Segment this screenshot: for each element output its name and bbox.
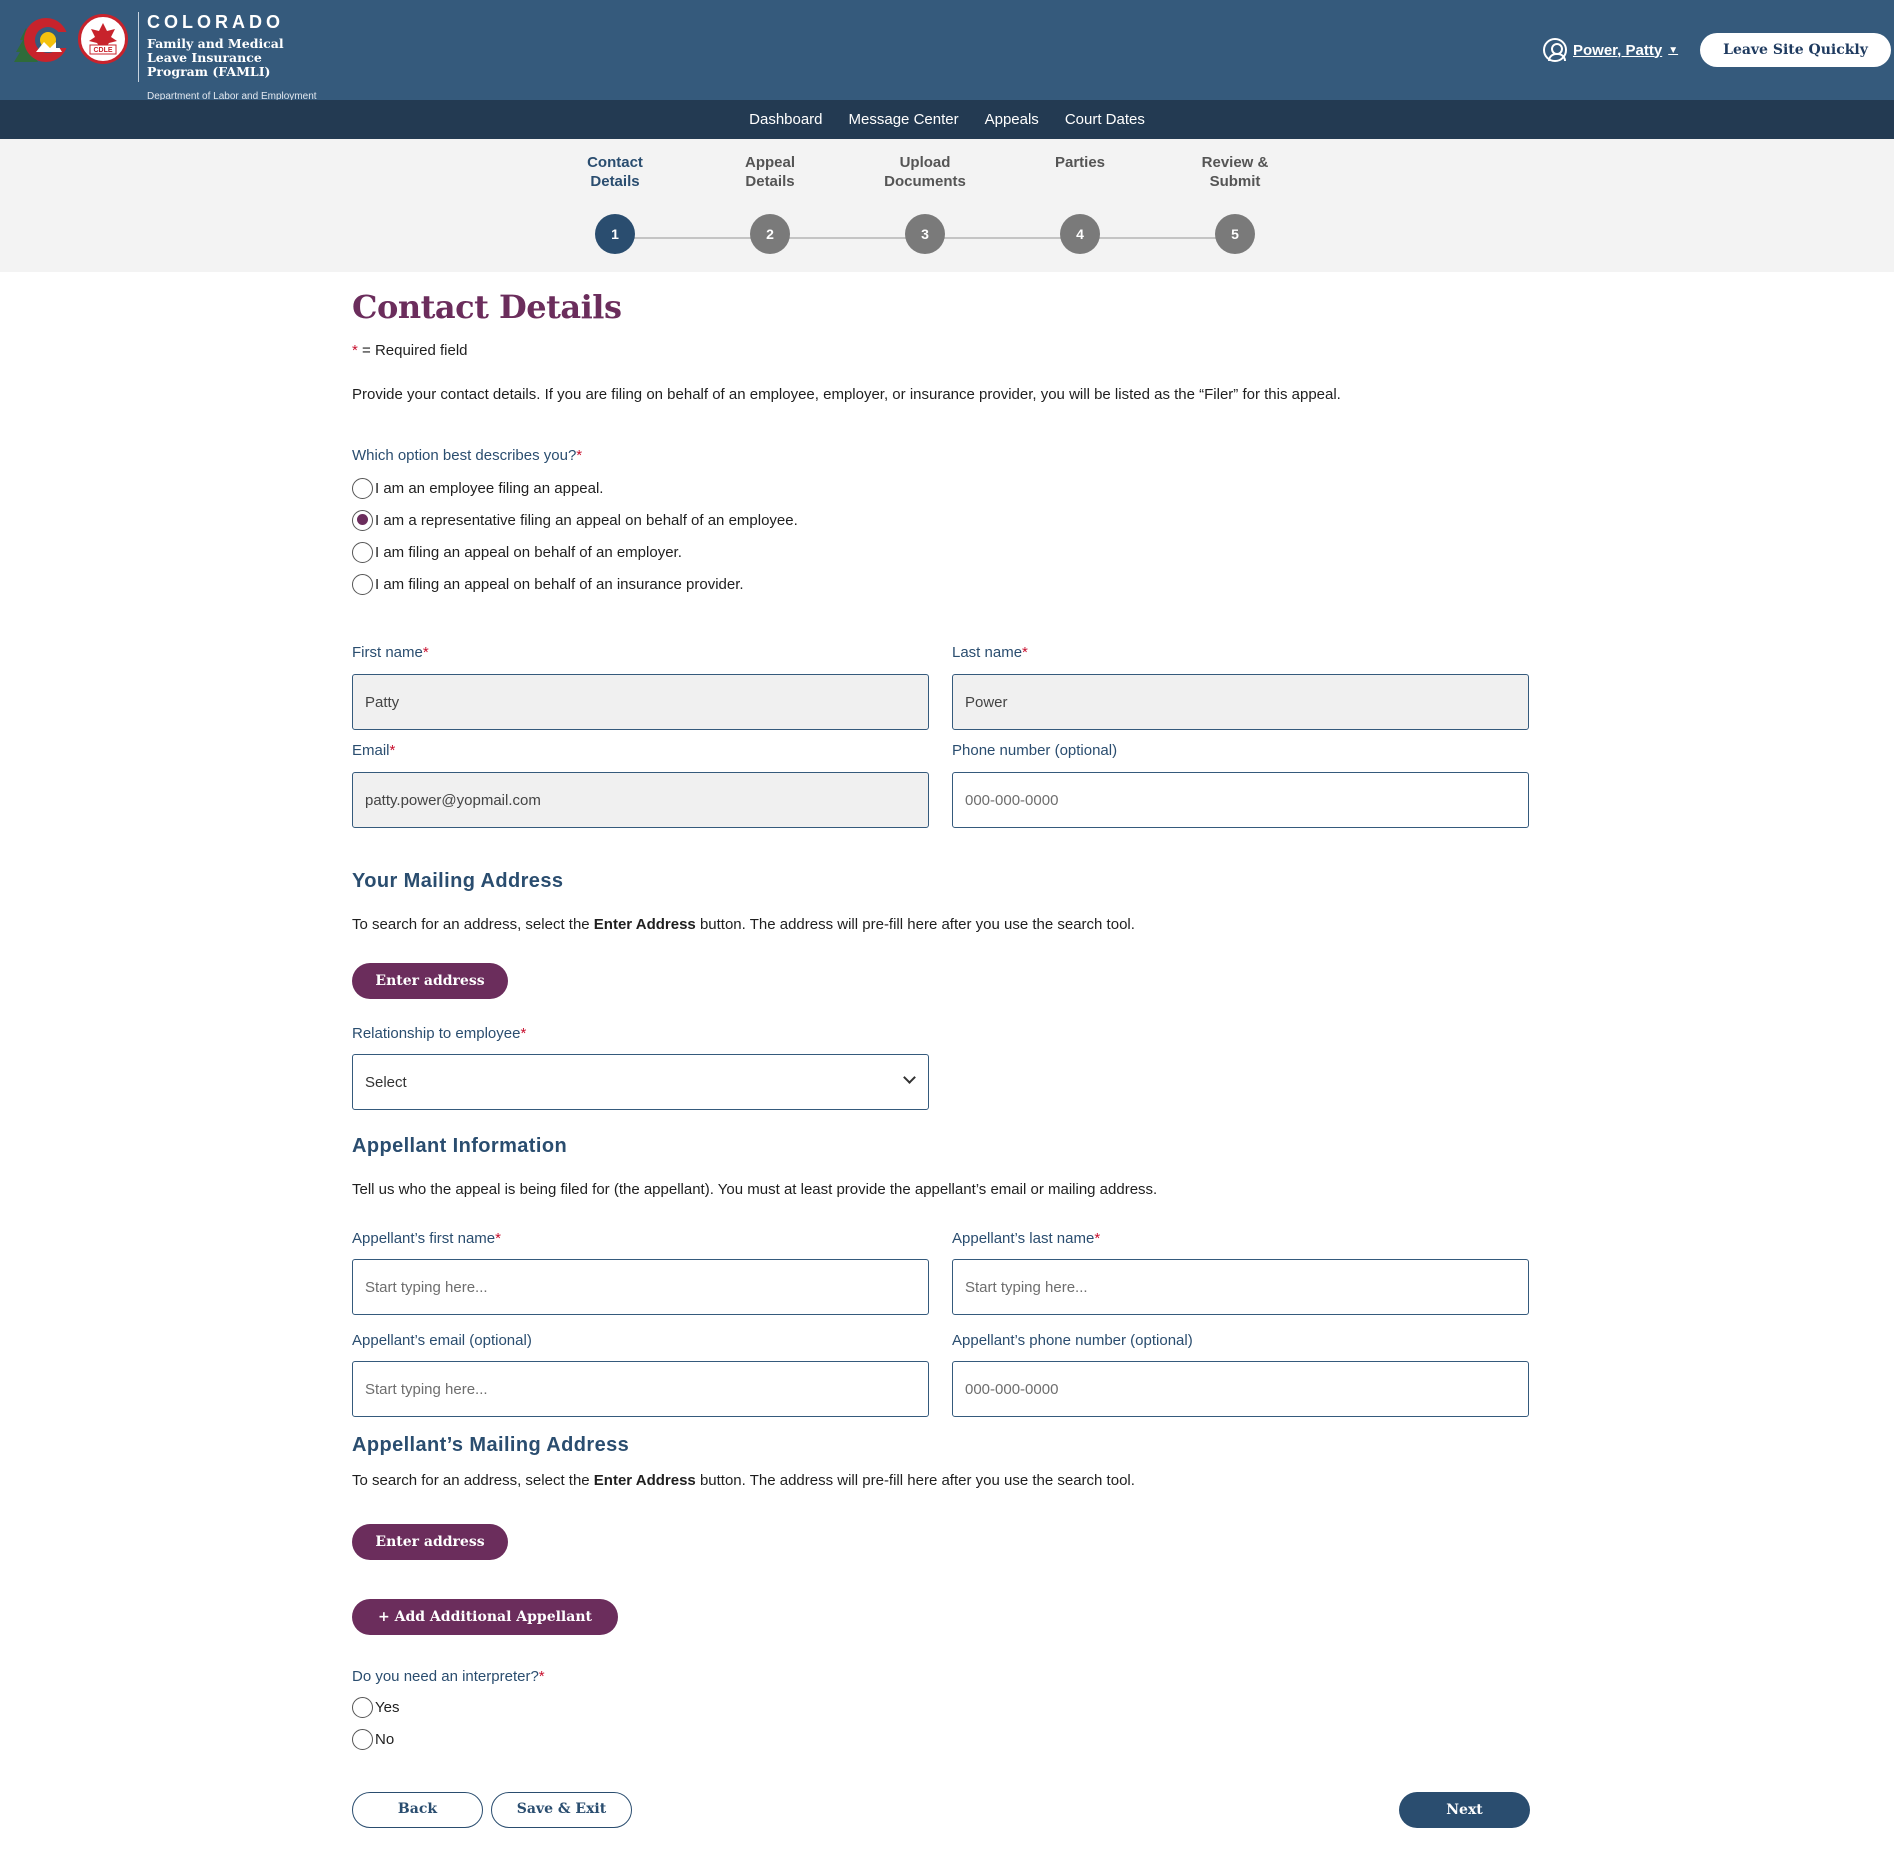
required-note-text: = Required field <box>362 342 468 359</box>
add-additional-appellant-button[interactable]: + Add Additional Appellant <box>352 1599 618 1635</box>
interpreter-option-yes[interactable]: Yes <box>352 1691 545 1723</box>
role-option-representative[interactable]: I am a representative filing an appeal o… <box>352 504 798 536</box>
appellant-last-name-label: Appellant’s last name* <box>952 1230 1101 1247</box>
save-exit-button[interactable]: Save & Exit <box>491 1792 632 1828</box>
relationship-select[interactable]: Select <box>352 1054 929 1110</box>
step-label: Contact Details <box>587 154 643 190</box>
progress-stepper: Contact Details 1 Appeal Details 2 Upload D… <box>0 139 1894 272</box>
step-connector <box>770 237 926 239</box>
radio-button[interactable] <box>352 541 373 563</box>
nav-appeals[interactable]: Appeals <box>972 111 1052 128</box>
step-label: Upload Documents <box>884 154 966 190</box>
radio-button[interactable] <box>352 477 373 499</box>
cdle-badge-text: CDLE <box>93 47 112 54</box>
cdle-seal-icon: CDLE <box>78 14 128 64</box>
appellant-phone-label: Appellant’s phone number (optional) <box>952 1332 1193 1349</box>
main-nav: Dashboard Message Center Appeals Court D… <box>0 100 1894 139</box>
radio-button[interactable] <box>352 1728 373 1750</box>
appellant-helper-text: Tell us who the appeal is being filed fo… <box>352 1181 1158 1198</box>
first-name-field[interactable]: Patty <box>352 674 929 730</box>
step-number: 1 <box>595 214 635 254</box>
site-header: CDLE COLORADO Family and Medical Leave I… <box>0 0 1894 102</box>
email-field[interactable]: patty.power@yopmail.com <box>352 772 929 828</box>
brand-text: COLORADO Family and Medical Leave Insura… <box>147 12 327 102</box>
step-number: 4 <box>1060 214 1100 254</box>
step-connector <box>1080 237 1236 239</box>
step-number: 5 <box>1215 214 1255 254</box>
required-star: * <box>576 447 583 464</box>
last-name-field[interactable]: Power <box>952 674 1529 730</box>
appellant-first-name-label: Appellant’s first name* <box>352 1230 501 1247</box>
email-label: Email* <box>352 742 396 759</box>
mailing-helper-text: To search for an address, select the Ent… <box>352 916 1135 933</box>
interpreter-label: Do you need an interpreter?* <box>352 1668 545 1685</box>
radio-label: I am filing an appeal on behalf of an in… <box>375 575 744 593</box>
leave-site-quickly-button[interactable]: Leave Site Quickly <box>1700 33 1891 67</box>
radio-label: I am a representative filing an appeal o… <box>375 511 798 529</box>
step-connector <box>925 237 1081 239</box>
role-option-insurance[interactable]: I am filing an appeal on behalf of an in… <box>352 568 798 600</box>
role-option-employee[interactable]: I am an employee filing an appeal. <box>352 472 798 504</box>
radio-button[interactable] <box>352 573 373 595</box>
enter-address-button[interactable]: Enter address <box>352 963 508 999</box>
appellant-info-heading: Appellant Information <box>352 1135 568 1157</box>
required-note: * = Required field <box>352 342 468 359</box>
user-menu[interactable]: Power, Patty ▼ <box>1543 38 1678 62</box>
next-button[interactable]: Next <box>1399 1792 1530 1828</box>
relationship-select-value: Select <box>365 1073 407 1091</box>
appellant-email-field[interactable]: Start typing here... <box>352 1361 929 1417</box>
step-label: Parties <box>1054 154 1106 171</box>
phone-label: Phone number (optional) <box>952 742 1118 759</box>
colorado-logo[interactable]: CDLE COLORADO Family and Medical Leave I… <box>12 12 327 102</box>
role-option-employer[interactable]: I am filing an appeal on behalf of an em… <box>352 536 798 568</box>
radio-label: I am filing an appeal on behalf of an em… <box>375 543 682 561</box>
appellant-mailing-heading: Appellant’s Mailing Address <box>352 1434 630 1456</box>
radio-button[interactable] <box>352 1696 373 1718</box>
appellant-first-name-field[interactable]: Start typing here... <box>352 1259 929 1315</box>
appellant-last-name-field[interactable]: Start typing here... <box>952 1259 1529 1315</box>
brand-state: COLORADO <box>147 12 284 32</box>
colorado-c-logo-icon <box>12 12 76 66</box>
user-name[interactable]: Power, Patty <box>1573 42 1662 59</box>
appellant-enter-address-button[interactable]: Enter address <box>352 1524 508 1560</box>
step-label: Appeal Details <box>744 154 795 190</box>
appellant-mailing-helper: To search for an address, select the Ent… <box>352 1472 1135 1489</box>
page-title: Contact Details <box>352 288 622 326</box>
mailing-address-heading: Your Mailing Address <box>352 870 564 892</box>
nav-dashboard[interactable]: Dashboard <box>736 111 835 128</box>
role-question-label: Which option best describes you?* <box>352 447 583 464</box>
first-name-label: First name* <box>352 644 429 661</box>
caret-down-icon: ▼ <box>1668 44 1679 56</box>
step-label: Review & Submit <box>1201 154 1269 190</box>
back-button[interactable]: Back <box>352 1792 483 1828</box>
nav-court-dates[interactable]: Court Dates <box>1052 111 1158 128</box>
phone-field[interactable]: 000-000-0000 <box>952 772 1529 828</box>
chevron-down-icon <box>903 1071 916 1084</box>
nav-message-center[interactable]: Message Center <box>836 111 972 128</box>
step-number: 2 <box>750 214 790 254</box>
required-star: * <box>352 342 358 359</box>
radio-label: Yes <box>375 1698 400 1716</box>
step-connector <box>615 237 771 239</box>
logo-divider <box>138 12 139 82</box>
role-question: Which option best describes you?* I am a… <box>352 447 798 600</box>
interpreter-option-no[interactable]: No <box>352 1723 545 1755</box>
appellant-email-label: Appellant’s email (optional) <box>352 1332 532 1349</box>
last-name-label: Last name* <box>952 644 1028 661</box>
radio-label: I am an employee filing an appeal. <box>375 479 604 497</box>
radio-label: No <box>375 1730 395 1748</box>
radio-button-selected[interactable] <box>352 509 373 531</box>
step-number: 3 <box>905 214 945 254</box>
relationship-label: Relationship to employee* <box>352 1025 527 1042</box>
brand-program: Family and Medical Leave Insurance Progr… <box>147 36 284 79</box>
appellant-phone-field[interactable]: 000-000-0000 <box>952 1361 1529 1417</box>
intro-text: Provide your contact details. If you are… <box>352 386 1341 403</box>
user-circle-icon <box>1543 38 1567 62</box>
interpreter-question: Do you need an interpreter?* Yes No <box>352 1668 545 1755</box>
